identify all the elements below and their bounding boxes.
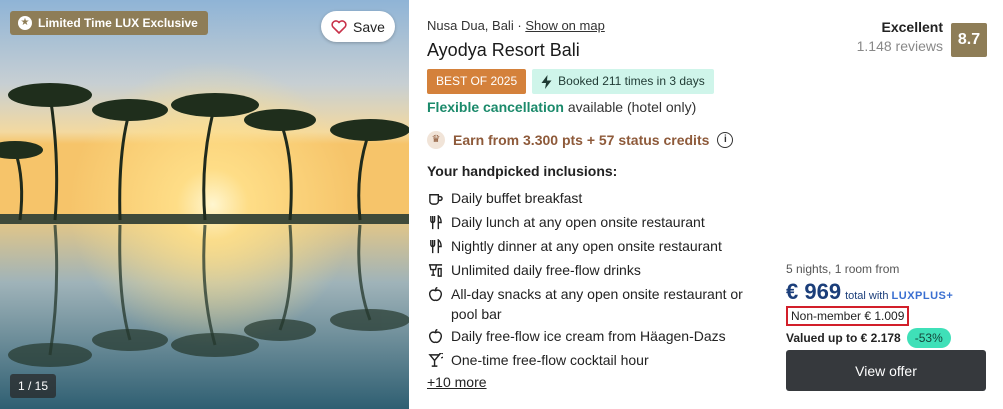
resort-pool-sunset-image xyxy=(0,0,409,409)
cocktail-icon xyxy=(427,348,443,372)
save-button[interactable]: Save xyxy=(321,11,395,42)
info-icon[interactable]: i xyxy=(717,132,734,148)
member-price: € 969 xyxy=(786,279,842,304)
inclusion-item: Daily free-flow ice cream from Häagen-Da… xyxy=(427,324,772,348)
valued-row: Valued up to € 2.178 -53% xyxy=(786,328,996,348)
show-on-map-link[interactable]: Show on map xyxy=(525,18,605,33)
nights-rooms-label: 5 nights, 1 room from xyxy=(786,262,900,276)
booked-count-label: Booked 211 times in 3 days xyxy=(558,74,705,88)
inclusion-text: All-day snacks at any open onsite restau… xyxy=(451,286,743,322)
member-price-note: total with LUXPLUS+ xyxy=(845,290,953,302)
inclusion-text: Unlimited daily free-flow drinks xyxy=(451,262,641,278)
hero-photo[interactable]: ★ Limited Time LUX Exclusive Save 1 / 15 xyxy=(0,0,409,409)
member-price-row: € 969 total with LUXPLUS+ xyxy=(786,279,996,305)
inclusion-item: Daily buffet breakfast xyxy=(427,186,772,210)
booked-count-tag: Booked 211 times in 3 days xyxy=(532,69,714,94)
cancellation-line: Flexible cancellation available (hotel o… xyxy=(427,99,772,117)
lightning-icon xyxy=(541,74,552,89)
fork-knife-icon xyxy=(427,234,443,258)
view-offer-button[interactable]: View offer xyxy=(786,350,986,391)
flexible-cancellation-label: Flexible cancellation xyxy=(427,99,564,115)
flexible-cancellation-note: available (hotel only) xyxy=(567,99,697,115)
inclusion-item: Daily lunch at any open onsite restauran… xyxy=(427,210,772,234)
lux-points-icon: ♛ xyxy=(427,131,445,149)
apple-icon xyxy=(427,282,443,306)
inclusions-list: Daily buffet breakfast Daily lunch at an… xyxy=(427,186,772,372)
star-icon: ★ xyxy=(18,16,32,30)
valued-up-to: Valued up to € 2.178 xyxy=(786,331,901,345)
inclusion-text: One-time free-flow cocktail hour xyxy=(451,352,649,368)
location-line: Nusa Dua, Bali · Show on map xyxy=(427,18,772,34)
non-member-price: Non-member € 1.009 xyxy=(786,306,910,326)
inclusion-text: Daily lunch at any open onsite restauran… xyxy=(451,214,705,230)
limited-time-badge-label: Limited Time LUX Exclusive xyxy=(38,16,198,30)
apple-icon xyxy=(427,324,443,348)
location-text: Nusa Dua, Bali xyxy=(427,18,514,33)
luxplus-logo: LUXPLUS+ xyxy=(891,290,954,302)
save-button-label: Save xyxy=(353,18,385,35)
heart-icon xyxy=(331,19,347,34)
inclusion-text: Daily buffet breakfast xyxy=(451,190,583,206)
location-separator: · xyxy=(517,18,522,33)
inclusion-item: Unlimited daily free-flow drinks xyxy=(427,258,772,282)
rating-block[interactable]: Excellent 1.148 reviews 8.7 xyxy=(857,19,987,57)
inclusion-item: Nightly dinner at any open onsite restau… xyxy=(427,234,772,258)
best-of-tag: BEST OF 2025 xyxy=(427,69,527,94)
inclusion-text: Nightly dinner at any open onsite restau… xyxy=(451,238,722,254)
rating-label: Excellent xyxy=(881,19,943,35)
rating-score: 8.7 xyxy=(951,23,987,57)
tag-row: BEST OF 2025 Booked 211 times in 3 days xyxy=(427,69,772,94)
total-with-label: total with xyxy=(845,290,889,302)
rating-text: Excellent 1.148 reviews xyxy=(857,19,943,54)
price-block: 5 nights, 1 room from € 969 total with L… xyxy=(786,262,996,348)
earn-points-row: ♛ Earn from 3.300 pts + 57 status credit… xyxy=(427,130,772,150)
limited-time-badge: ★ Limited Time LUX Exclusive xyxy=(10,11,208,35)
more-inclusions-link[interactable]: +10 more xyxy=(427,374,487,390)
discount-badge: -53% xyxy=(906,328,951,348)
inclusion-text: Daily free-flow ice cream from Häagen-Da… xyxy=(451,328,726,344)
fork-knife-icon xyxy=(427,210,443,234)
image-counter: 1 / 15 xyxy=(10,374,57,398)
drinks-icon xyxy=(427,258,443,282)
inclusion-item: All-day snacks at any open onsite restau… xyxy=(427,282,772,324)
listing-details: Nusa Dua, Bali · Show on map Ayodya Reso… xyxy=(427,18,772,392)
review-count: 1.148 reviews xyxy=(856,38,943,54)
earn-points-text: Earn from 3.300 pts + 57 status credits xyxy=(453,132,710,148)
coffee-cup-icon xyxy=(427,186,443,210)
inclusions-heading: Your handpicked inclusions: xyxy=(427,163,618,179)
inclusion-item: One-time free-flow cocktail hour xyxy=(427,348,772,372)
hotel-title[interactable]: Ayodya Resort Bali xyxy=(427,40,772,62)
